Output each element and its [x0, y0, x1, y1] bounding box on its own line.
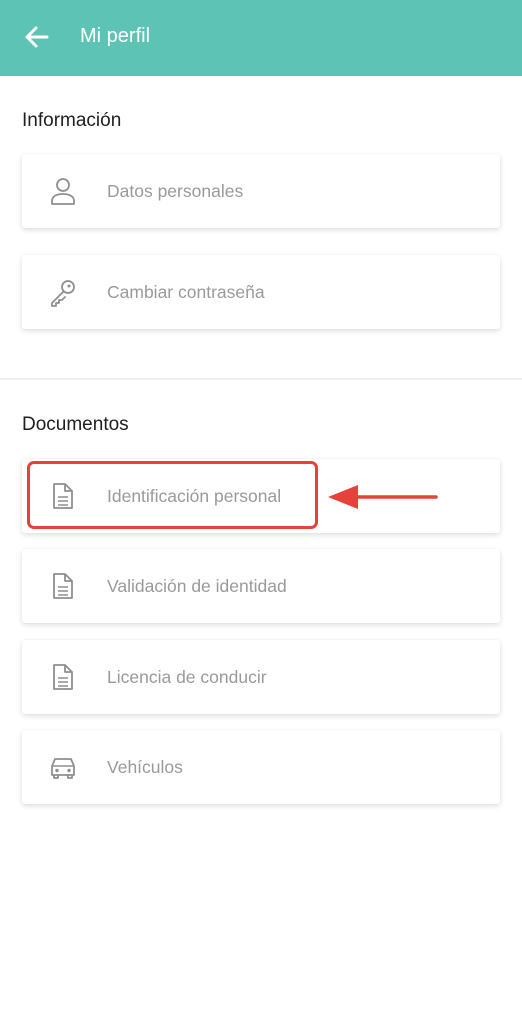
app-bar: Mi perfil: [0, 0, 522, 76]
menu-item-label: Validación de identidad: [107, 576, 287, 596]
menu-item-label: Licencia de conducir: [107, 667, 267, 687]
menu-item-cambiar-contrasena[interactable]: Cambiar contraseña: [22, 255, 500, 329]
page-title: Mi perfil: [80, 25, 151, 47]
highlight-box: [27, 461, 318, 529]
document-icon: [48, 662, 78, 692]
menu-item-validacion-identidad[interactable]: Validación de identidad: [22, 549, 500, 623]
red-arrow-icon: [328, 485, 438, 509]
menu-item-datos-personales[interactable]: Datos personales: [22, 154, 500, 228]
menu-item-licencia-conducir[interactable]: Licencia de conducir: [22, 640, 500, 714]
section-divider: [0, 378, 522, 380]
car-icon: [48, 752, 78, 782]
menu-item-label: Cambiar contraseña: [107, 282, 265, 302]
menu-item-label: Vehículos: [107, 757, 183, 777]
section-title-informacion: Información: [22, 110, 122, 131]
arrow-left-icon: [24, 24, 50, 55]
key-icon: [48, 277, 78, 307]
section-title-documentos: Documentos: [22, 414, 129, 435]
menu-item-vehiculos[interactable]: Vehículos: [22, 730, 500, 804]
back-button[interactable]: [18, 20, 56, 58]
menu-item-label: Datos personales: [107, 181, 244, 201]
document-icon: [48, 571, 78, 601]
user-icon: [48, 176, 78, 206]
